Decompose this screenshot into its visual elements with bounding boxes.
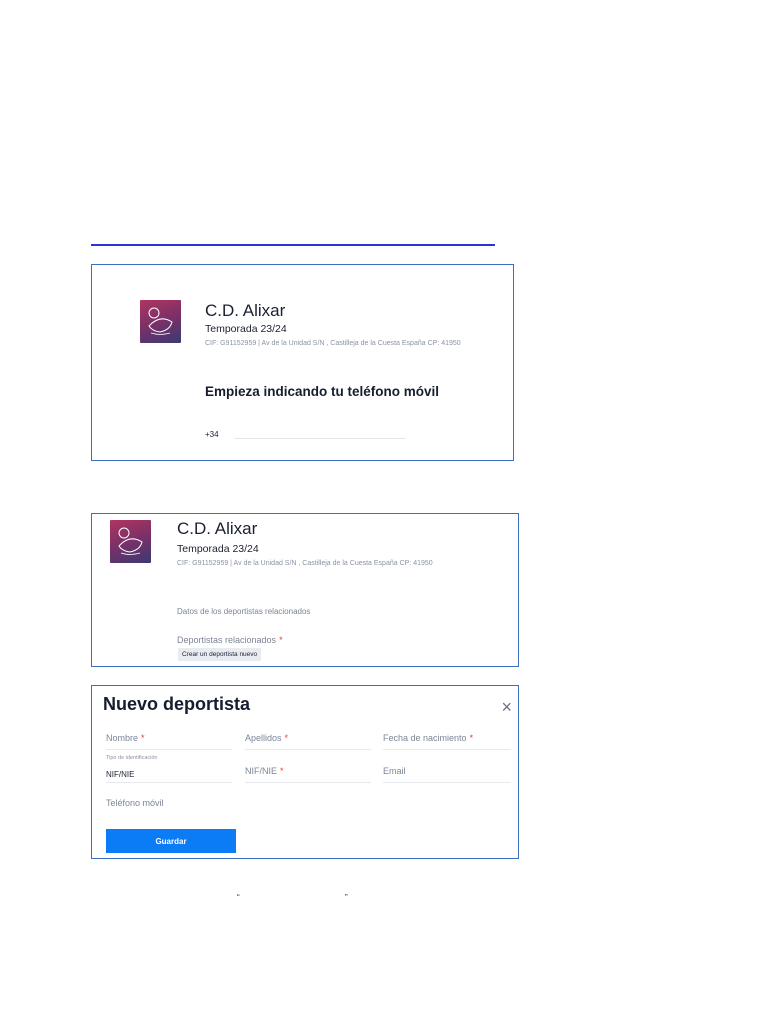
phone-prefix[interactable]: +34: [205, 430, 219, 439]
club-name: C.D. Alixar: [205, 301, 286, 320]
section-label: Datos de los deportistas relacionados: [177, 607, 311, 616]
phone-step-panel: C.D. Alixar Temporada 23/24 CIF: G911529…: [91, 264, 514, 461]
nif-field[interactable]: NIF/NIE *: [245, 762, 371, 783]
club-name: C.D. Alixar: [177, 519, 258, 538]
mobile-phone-field[interactable]: Teléfono móvil: [106, 794, 232, 816]
club-address: CIF: G91152959 | Av de la Unidad S/N , C…: [177, 560, 433, 567]
phone-input[interactable]: [234, 438, 406, 439]
create-athlete-button[interactable]: Crear un deportista nuevo: [178, 648, 262, 661]
season-label: Temporada 23/24: [205, 323, 287, 335]
birthdate-label: Fecha de nacimiento *: [383, 733, 473, 743]
new-athlete-modal: Nuevo deportista × Nombre * Apellidos * Fe…: [91, 685, 519, 859]
apellidos-field[interactable]: Apellidos *: [245, 730, 371, 750]
club-logo: [140, 300, 181, 343]
birthdate-field[interactable]: Fecha de nacimiento *: [383, 730, 511, 750]
athletes-step-panel: C.D. Alixar Temporada 23/24 CIF: G911529…: [91, 513, 519, 667]
close-icon[interactable]: ×: [501, 698, 512, 716]
related-athletes-text: Deportistas relacionados: [177, 635, 277, 645]
phone-heading: Empieza indicando tu teléfono móvil: [205, 384, 440, 399]
nombre-text: Nombre: [106, 733, 139, 743]
club-crest-icon: [118, 527, 143, 555]
required-mark: *: [469, 733, 474, 743]
save-button[interactable]: Guardar: [106, 829, 236, 853]
nombre-field[interactable]: Nombre *: [106, 730, 232, 750]
open-quote: “: [237, 893, 240, 902]
close-quote: ”: [345, 893, 348, 902]
email-field[interactable]: Email: [383, 762, 511, 783]
mobile-phone-label: Teléfono móvil: [106, 798, 164, 808]
required-mark: *: [284, 733, 289, 743]
club-address: CIF: G91152959 | Av de la Unidad S/N , C…: [205, 340, 461, 347]
required-mark: *: [141, 733, 145, 743]
nif-label: NIF/NIE *: [245, 766, 284, 776]
nif-text: NIF/NIE: [245, 766, 278, 776]
id-type-value: NIF/NIE: [106, 770, 135, 779]
modal-title: Nuevo deportista: [103, 694, 251, 714]
birthdate-text: Fecha de nacimiento: [383, 733, 467, 743]
club-logo: [110, 520, 151, 563]
id-type-label: Tipo de identificación: [106, 755, 158, 761]
email-label: Email: [383, 766, 406, 776]
required-mark: *: [280, 766, 284, 776]
id-type-select[interactable]: Tipo de identificación NIF/NIE: [106, 753, 232, 783]
club-crest-icon: [148, 307, 173, 335]
related-athletes-label: Deportistas relacionados *: [177, 635, 283, 645]
season-label: Temporada 23/24: [177, 543, 259, 555]
nombre-label: Nombre *: [106, 733, 145, 743]
required-mark: *: [279, 635, 283, 645]
link-underline[interactable]: [91, 244, 495, 246]
apellidos-text: Apellidos: [245, 733, 282, 743]
apellidos-label: Apellidos *: [245, 733, 288, 743]
